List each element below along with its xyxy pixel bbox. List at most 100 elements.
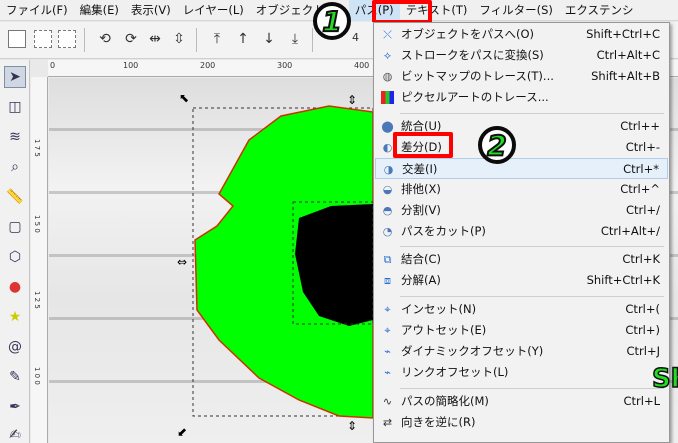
raise-icon[interactable]: ↑ [234, 30, 252, 48]
inkscape-window: ファイル(F) 編集(E) 表示(V) レイヤー(L) オブジェクト(O) パス… [0, 0, 678, 443]
menu-item-cut-path[interactable]: ◔ パスをカット(P) Ctrl+Alt+/ [375, 221, 668, 242]
select-all-layers-icon[interactable] [34, 30, 52, 48]
menu-item-stroke-to-path[interactable]: ⟡ ストロークをパスに変換(S) Ctrl+Alt+C [375, 45, 668, 66]
menu-item-shortcut: Ctrl+Alt+C [596, 48, 660, 62]
menu-item-exclusion[interactable]: ◒ 排他(X) Ctrl+^ [375, 179, 668, 200]
ruler-label: 1 0 0 [33, 367, 41, 385]
menu-view[interactable]: 表示(V) [125, 0, 177, 21]
object-to-path-icon: ⤬ [383, 28, 392, 41]
menu-item-label: アウトセット(E) [401, 323, 487, 337]
path-menu-dropdown: ⤬ オブジェクトをパスへ(O) Shift+Ctrl+C ⟡ ストロークをパスに… [373, 22, 670, 443]
menu-layer[interactable]: レイヤー(L) [177, 0, 250, 21]
menu-separator [400, 388, 664, 389]
menu-item-union[interactable]: ⬤ 統合(U) Ctrl++ [375, 116, 668, 137]
menu-item-shortcut: Ctrl+) [625, 323, 660, 337]
toolbar-separator [84, 28, 85, 52]
menu-item-trace-bitmap[interactable]: ◍ ビットマップのトレース(T)... Shift+Alt+B [375, 66, 668, 87]
menu-item-division[interactable]: ◓ 分割(V) Ctrl+/ [375, 200, 668, 221]
node-tool-icon[interactable]: ◫ [4, 96, 26, 118]
reverse-icon: ⇄ [382, 416, 393, 429]
toolbox: ➤ ◫ ≋ ⌕ 📏 ▢ ⬡ ● ★ @ ✎ ✒ ✍ [0, 60, 30, 443]
menu-item-inset[interactable]: ⌖ インセット(N) Ctrl+( [375, 299, 668, 320]
dynamic-offset-icon: ⌁ [384, 345, 391, 358]
menu-file[interactable]: ファイル(F) [0, 0, 74, 21]
spiral-tool-icon[interactable]: @ [4, 336, 26, 358]
scale-handle-nw-icon[interactable]: ⬉ [179, 91, 189, 105]
menu-item-label: ビットマップのトレース(T)... [401, 69, 554, 83]
menu-item-label: 差分(D) [401, 140, 442, 154]
ruler-label: 300 [277, 61, 293, 70]
rectangle-tool-icon[interactable]: ▢ [4, 216, 26, 238]
menu-separator [400, 113, 664, 114]
menu-item-intersection[interactable]: ◑ 交差(I) Ctrl+* [375, 158, 668, 179]
scale-handle-n-icon[interactable]: ⇕ [347, 93, 357, 107]
menu-item-label: リンクオフセット(L) [401, 365, 509, 379]
intersection-icon: ◑ [383, 163, 394, 176]
exclusion-icon: ◒ [382, 183, 393, 196]
menu-item-shortcut: Shift+Alt+B [591, 69, 660, 83]
lower-to-bottom-icon[interactable]: ⤓ [286, 30, 304, 48]
menu-item-reverse[interactable]: ⇄ 向きを逆に(R) [375, 412, 668, 433]
menu-edit[interactable]: 編集(E) [74, 0, 125, 21]
menu-filters[interactable]: フィルター(S) [473, 0, 559, 21]
select-all-icon[interactable] [8, 30, 26, 48]
menu-item-trace-pixel-art[interactable]: ピクセルアートのトレース... [375, 87, 668, 108]
trace-bitmap-icon: ◍ [382, 70, 393, 83]
measure-tool-icon[interactable]: 📏 [4, 186, 26, 208]
menu-path[interactable]: パス(P) [348, 0, 400, 21]
menu-item-difference[interactable]: ◐ 差分(D) Ctrl+- [375, 137, 668, 158]
toolbar-field-value[interactable]: 4 [352, 31, 359, 44]
ruler-label: 0 [50, 61, 56, 70]
menu-item-object-to-path[interactable]: ⤬ オブジェクトをパスへ(O) Shift+Ctrl+C [375, 24, 668, 45]
menu-item-label: ダイナミックオフセット(Y) [401, 344, 544, 358]
menu-item-simplify[interactable]: ∿ パスの簡略化(M) Ctrl+L [375, 391, 668, 412]
trace-pixel-art-icon [381, 91, 394, 104]
combine-icon: ⧉ [383, 253, 392, 266]
menu-item-combine[interactable]: ⧉ 結合(C) Ctrl+K [375, 249, 668, 270]
tweak-tool-icon[interactable]: ≋ [4, 126, 26, 148]
ruler-label: 200 [200, 61, 216, 70]
menu-item-shortcut: Ctrl+J [626, 344, 661, 358]
selector-tool-icon[interactable]: ➤ [4, 66, 26, 88]
menu-item-dynamic-offset[interactable]: ⌁ ダイナミックオフセット(Y) Ctrl+J [375, 341, 668, 362]
menu-item-linked-offset[interactable]: ⌁ リンクオフセット(L) [375, 362, 668, 383]
menu-item-label: ピクセルアートのトレース... [401, 90, 549, 104]
menu-item-label: 交差(I) [402, 162, 438, 176]
pen-tool-icon[interactable]: ✒ [4, 396, 26, 418]
ellipse-tool-icon[interactable]: ● [4, 276, 26, 298]
ruler-label: 1 7 5 [33, 139, 41, 157]
menu-item-label: 統合(U) [401, 119, 442, 133]
flip-vertical-icon[interactable]: ⇳ [170, 30, 188, 48]
menu-item-label: 分割(V) [401, 203, 441, 217]
pencil-tool-icon[interactable]: ✎ [4, 366, 26, 388]
menu-item-label: 向きを逆に(R) [401, 415, 476, 429]
menu-item-break-apart[interactable]: ⧈ 分解(A) Shift+Ctrl+K [375, 270, 668, 291]
flip-horizontal-icon[interactable]: ⇹ [146, 30, 164, 48]
scale-handle-w-icon[interactable]: ⇔ [177, 255, 187, 269]
raise-to-top-icon[interactable]: ⤒ [208, 30, 226, 48]
deselect-icon[interactable] [58, 30, 76, 48]
ruler-label: 400 [354, 61, 370, 70]
rotate-cw-icon[interactable]: ⟳ [122, 30, 140, 48]
menu-text[interactable]: テキスト(T) [400, 0, 474, 21]
lower-icon[interactable]: ↓ [260, 30, 278, 48]
star-tool-icon[interactable]: ★ [4, 306, 26, 328]
calligraphy-tool-icon[interactable]: ✍ [4, 424, 26, 443]
menu-item-label: ストロークをパスに変換(S) [401, 48, 544, 62]
menu-item-shortcut: Ctrl+/ [626, 203, 660, 217]
menu-extensions[interactable]: エクステンシ [559, 0, 640, 21]
rotate-ccw-icon[interactable]: ⟲ [96, 30, 114, 48]
step-1-badge: 1 [313, 2, 351, 40]
menu-item-label: 排他(X) [401, 182, 441, 196]
menu-item-shortcut: Ctrl++ [620, 119, 660, 133]
zoom-tool-icon[interactable]: ⌕ [4, 156, 26, 178]
box3d-tool-icon[interactable]: ⬡ [4, 246, 26, 268]
menu-item-outset[interactable]: ⌖ アウトセット(E) Ctrl+) [375, 320, 668, 341]
stroke-to-path-icon: ⟡ [383, 49, 392, 62]
menu-item-label: オブジェクトをパスへ(O) [401, 27, 535, 41]
menu-item-label: 分解(A) [401, 273, 441, 287]
menu-separator [400, 296, 664, 297]
scale-handle-s-icon[interactable]: ⇕ [347, 419, 357, 433]
scale-handle-sw-icon[interactable]: ⬋ [177, 425, 187, 439]
linked-offset-icon: ⌁ [384, 366, 391, 379]
